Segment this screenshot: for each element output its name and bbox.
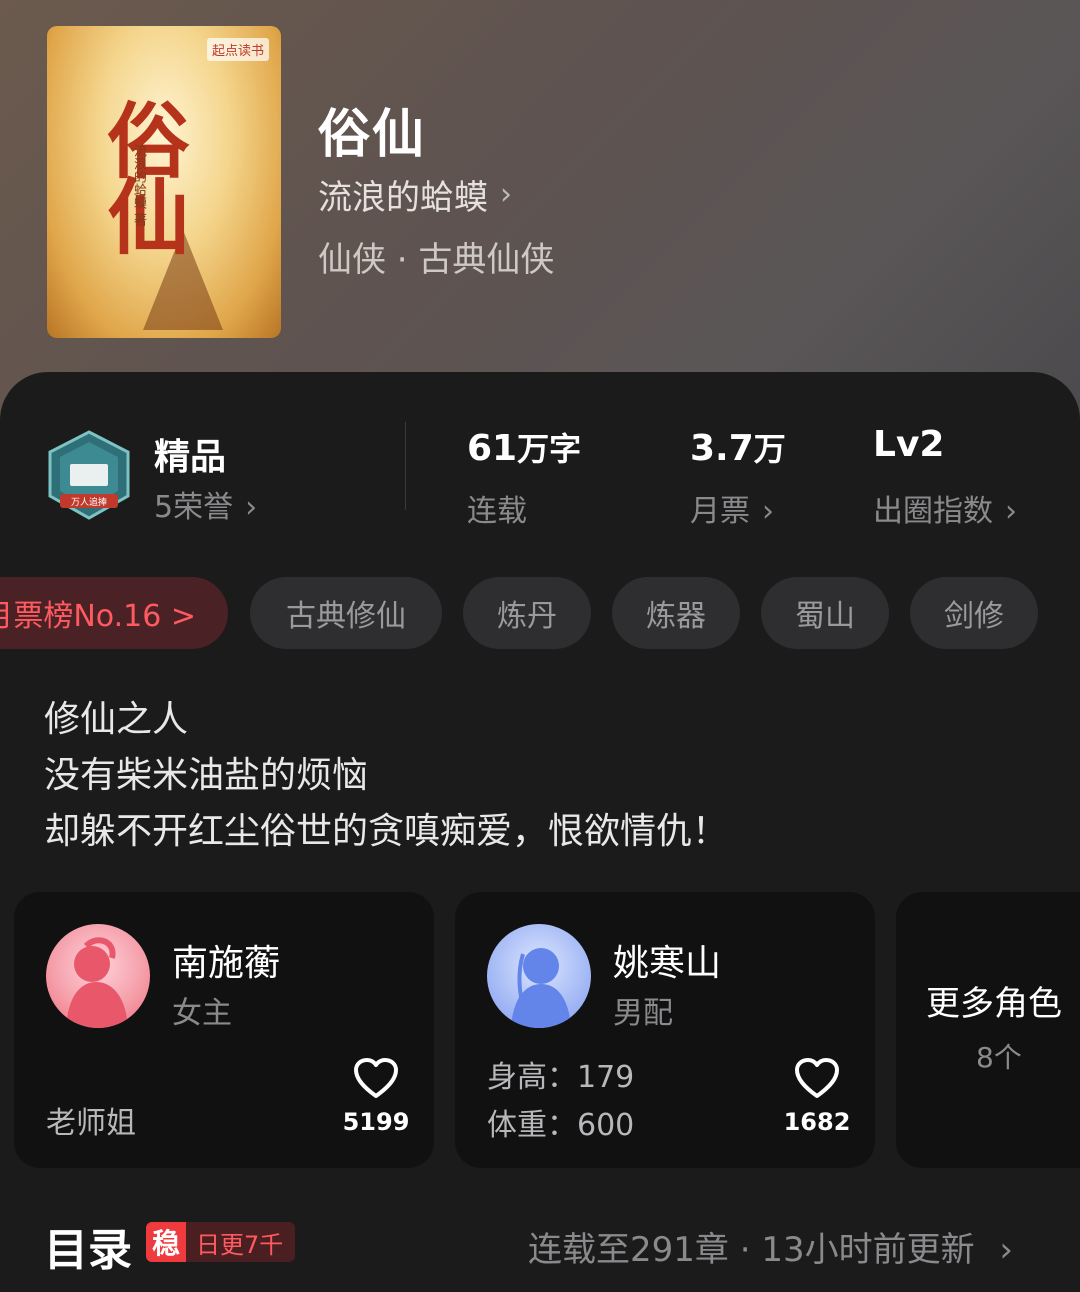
heart-icon[interactable] [352,1056,400,1100]
book-cover[interactable]: 起点读书 俗仙 流浪的蛤蟆 著 [47,26,281,338]
tag-chip[interactable]: 蜀山 [761,577,889,649]
tag-chip[interactable]: 炼器 [612,577,740,649]
level-value: Lv2 [873,424,945,465]
monthly-votes-label: 月票 [690,494,750,529]
toc-status-text: 连载至291章 · 13小时前更新 [528,1230,975,1270]
description-line: 修仙之人 [44,699,189,740]
male-silhouette-icon [511,948,571,1028]
more-characters-card[interactable]: 更多角色 8个 [896,892,1080,1168]
character-name: 南施蘅 [172,943,281,984]
level-label: 出圈指数 [873,494,993,529]
tag-chip[interactable]: 剑修 [910,577,1038,649]
author-name: 流浪的蛤蟆 [318,178,488,218]
character-role: 男配 [613,996,673,1031]
description-line: 却躲不开红尘俗世的贪嗔痴爱，恨欲情仇！ [44,811,729,852]
heart-icon[interactable] [793,1056,841,1100]
monthly-votes-link[interactable]: 月票 › [690,486,774,530]
toc-title: 目录 [44,1225,132,1276]
character-name: 姚寒山 [613,943,722,984]
cover-author: 流浪的蛤蟆 著 [131,144,146,227]
update-frequency: 日更7千 [196,1230,284,1259]
chevron-right-icon: › [762,494,774,529]
tag-chip[interactable]: 炼丹 [463,577,591,649]
character-card[interactable]: 南施蘅 女主 老师姐 5199 [14,892,434,1168]
monthly-votes-unit: 万 [753,430,786,468]
honor-badge-icon[interactable]: 万人追捧 [46,430,132,520]
character-info: 老师姐 [46,1106,136,1141]
tag-rank[interactable]: 月票榜No.16 > [0,577,228,649]
character-card[interactable]: 姚寒山 男配 身高：179 体重：600 1682 [455,892,875,1168]
description-line: 没有柴米油盐的烦恼 [44,755,369,796]
word-count: 61万字 [467,424,581,470]
stable-update-icon: 稳 [146,1222,186,1262]
level-link[interactable]: 出圈指数 › [873,486,1017,530]
avatar [487,924,591,1028]
tag-chip[interactable]: 古典修仙 [250,577,442,649]
update-badge: 稳 日更7千 [146,1222,296,1262]
more-characters-title: 更多角色 [926,984,1062,1024]
serial-status: 连载 [467,494,527,529]
like-count: 1682 [783,1108,851,1136]
chevron-right-icon: › [1005,494,1017,529]
cover-logo: 起点读书 [206,38,269,61]
character-role: 女主 [172,996,232,1031]
female-silhouette-icon [66,937,128,1028]
more-characters-count: 8个 [976,1041,1022,1074]
toc-link[interactable]: 连载至291章 · 13小时前更新 › [528,1222,1013,1271]
book-description[interactable]: 修仙之人 没有柴米油盐的烦恼 却躲不开红尘俗世的贪嗔痴爱，恨欲情仇！ [44,692,728,860]
quality-label: 精品 [154,437,227,478]
author-link[interactable]: 流浪的蛤蟆 › [318,170,512,219]
like-count: 5199 [342,1108,410,1136]
chevron-right-icon: › [500,177,512,212]
chevron-right-icon: › [999,1230,1014,1270]
stats-divider [405,422,406,510]
word-count-unit: 万字 [517,430,582,468]
word-count-number: 61 [467,428,518,469]
avatar [46,924,150,1028]
honors-count: 5荣誉 [154,490,234,525]
book-title: 俗仙 [318,105,427,165]
character-height: 身高：179 [487,1060,635,1095]
chevron-right-icon: › [245,490,258,525]
monthly-votes-number: 3.7 [690,428,754,469]
honors-link[interactable]: 5荣誉 › [154,482,257,526]
character-weight: 体重：600 [487,1108,635,1143]
book-genre: 仙侠 · 古典仙侠 [318,240,555,280]
monthly-votes: 3.7万 [690,424,786,470]
badge-text: 万人追捧 [71,496,107,508]
